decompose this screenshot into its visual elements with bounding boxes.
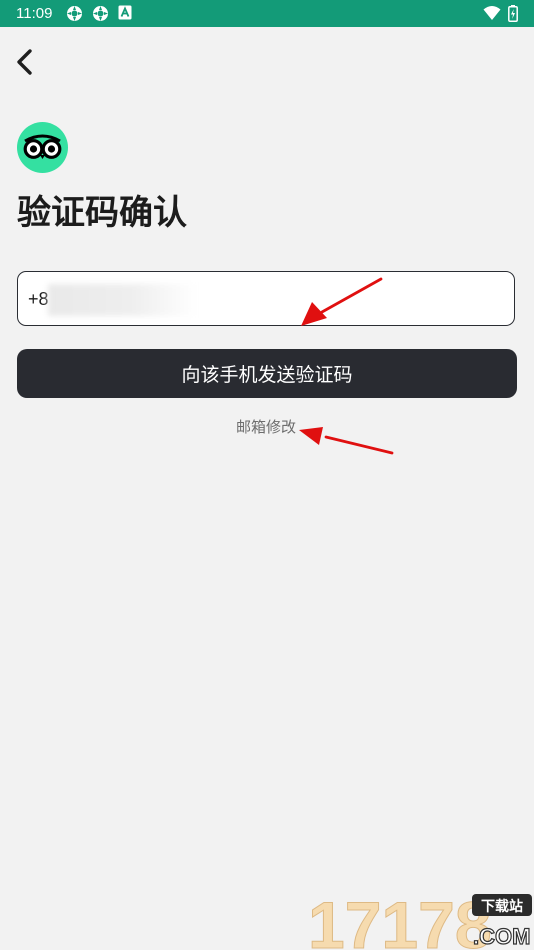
- notification-icon: [93, 6, 108, 21]
- owl-eyes-icon: [17, 122, 68, 173]
- status-bar: 11:09: [0, 0, 534, 27]
- wifi-icon: [483, 6, 501, 20]
- status-time: 11:09: [16, 5, 53, 22]
- tripadvisor-logo: [17, 122, 68, 173]
- battery-icon: [508, 5, 518, 22]
- back-chevron-icon: [17, 49, 32, 75]
- app-notification-icon: [118, 5, 132, 20]
- annotation-arrows: [299, 277, 394, 455]
- phone-number-input[interactable]: +8: [17, 271, 515, 326]
- watermark-number: 17178: [308, 888, 492, 950]
- change-email-link[interactable]: 邮箱修改: [236, 417, 296, 437]
- back-button[interactable]: [10, 45, 42, 79]
- watermark-domain: .COM: [473, 924, 530, 949]
- page-title: 验证码确认: [17, 193, 187, 233]
- arrow-to-email-link: [299, 427, 394, 455]
- site-watermark: 17178 下载站 .COM: [308, 888, 532, 950]
- phone-number-value: +8: [28, 289, 49, 309]
- phone-number-redaction: [48, 284, 198, 316]
- notification-icon: [67, 6, 82, 21]
- watermark-tag: 下载站: [481, 898, 523, 915]
- send-code-button[interactable]: 向该手机发送验证码: [17, 349, 517, 398]
